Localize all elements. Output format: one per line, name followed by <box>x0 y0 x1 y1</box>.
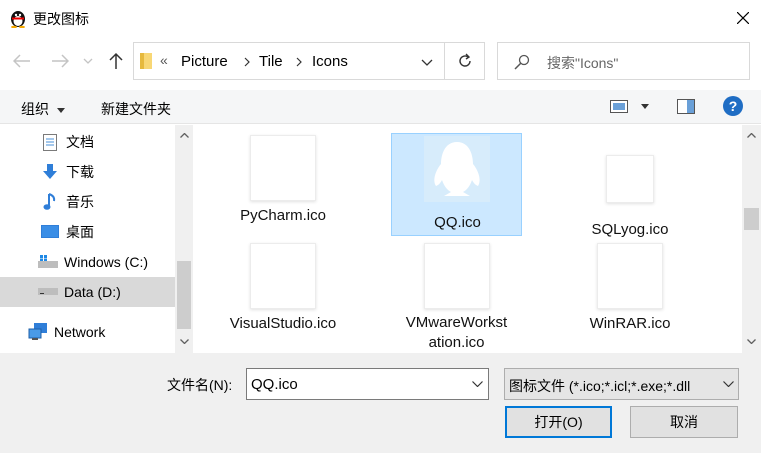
file-name: VMwareWorkst ation.ico <box>391 313 522 353</box>
sidebar-item-label: 桌面 <box>66 224 94 240</box>
bottom-panel: 文件名(N): QQ.ico 图标文件 (*.ico;*.icl;*.exe;*… <box>0 353 761 453</box>
filename-label: 文件名(N): <box>167 377 233 393</box>
sidebar-item-label: 下载 <box>66 164 94 180</box>
breadcrumb-icons[interactable]: Icons <box>312 53 348 70</box>
sidebar-item-network[interactable]: Network <box>0 317 175 347</box>
sidebar-item-drive-d[interactable]: Data (D:) <box>0 277 175 307</box>
content-scrollbar[interactable] <box>742 125 761 353</box>
scroll-down-icon[interactable] <box>180 339 189 344</box>
sidebar-item-label: Windows (C:) <box>64 254 149 270</box>
file-name-line: ation.ico <box>428 334 485 351</box>
search-icon <box>514 54 530 70</box>
sidebar-item-desktop[interactable]: 桌面 <box>0 217 175 247</box>
view-options-icon[interactable] <box>610 100 628 113</box>
qq-penguin-icon <box>424 136 490 202</box>
sidebar-item-label: 文档 <box>66 134 94 150</box>
qq-penguin-icon <box>9 8 27 29</box>
sidebar-item-drive-c[interactable]: Windows (C:) <box>0 247 175 277</box>
selected-file-item[interactable]: QQ.ico <box>391 133 522 236</box>
filetype-select[interactable]: 图标文件 (*.ico;*.icl;*.exe;*.dll <box>504 368 739 400</box>
toolbar: 组织 新建文件夹 ? <box>0 90 761 124</box>
search-placeholder: 搜索"Icons" <box>547 55 619 71</box>
preview-pane-icon[interactable] <box>677 99 695 114</box>
sidebar-item-downloads[interactable]: 下载 <box>0 157 175 187</box>
sidebar-item-label: Network <box>54 324 106 340</box>
title-bar: 更改图标 <box>0 0 761 36</box>
address-bar[interactable]: « Picture Tile Icons <box>133 42 485 80</box>
help-icon[interactable]: ? <box>723 96 743 116</box>
folder-icon <box>140 53 152 69</box>
cancel-button[interactable]: 取消 <box>630 406 738 438</box>
chevron-down-icon <box>723 381 734 387</box>
chevron-down-icon <box>83 58 93 64</box>
organize-label: 组织 <box>21 101 49 117</box>
file-thumbnail <box>250 135 316 201</box>
chevron-right-icon[interactable] <box>244 57 250 67</box>
navigation-pane: 文档 下载 音乐 桌面 Windows (C:) Data (D:) Netwo… <box>0 125 193 353</box>
breadcrumb-picture[interactable]: Picture <box>181 53 228 70</box>
recent-locations-button[interactable] <box>80 49 96 73</box>
new-folder-button[interactable]: 新建文件夹 <box>101 99 171 119</box>
arrow-right-icon <box>52 54 69 68</box>
divider <box>444 43 445 79</box>
chevron-down-icon[interactable] <box>421 59 433 66</box>
filetype-value: 图标文件 (*.ico;*.icl;*.exe;*.dll <box>509 378 691 394</box>
sidebar-item-label: Data (D:) <box>64 284 121 300</box>
arrow-up-icon <box>109 52 123 69</box>
download-icon <box>40 163 60 181</box>
file-item[interactable]: PyCharm.ico <box>218 135 348 226</box>
file-name: WinRAR.ico <box>589 315 671 332</box>
file-thumbnail <box>250 243 316 309</box>
scroll-up-icon[interactable] <box>180 133 189 138</box>
filename-value: QQ.ico <box>251 376 298 393</box>
drive-icon <box>38 283 58 301</box>
scroll-thumb[interactable] <box>177 261 191 329</box>
refresh-icon[interactable] <box>457 53 473 69</box>
chevron-right-icon[interactable] <box>296 57 302 67</box>
breadcrumb-tile[interactable]: Tile <box>259 53 283 70</box>
scroll-up-icon[interactable] <box>747 133 756 138</box>
network-icon <box>28 323 48 341</box>
file-list: PyCharm.ico QQ.ico SQLyog.ico VisualStud… <box>193 125 742 353</box>
arrow-left-icon <box>13 54 30 68</box>
filename-input[interactable]: QQ.ico <box>246 368 489 400</box>
organize-menu[interactable]: 组织 <box>21 99 65 119</box>
scroll-thumb[interactable] <box>744 208 759 230</box>
file-thumbnail <box>597 243 663 309</box>
caret-down-icon[interactable] <box>641 104 649 109</box>
file-item[interactable]: WinRAR.ico <box>565 243 695 334</box>
desktop-icon <box>40 223 60 241</box>
document-icon <box>40 133 60 151</box>
windows-drive-icon <box>38 253 58 271</box>
sidebar-item-label: 音乐 <box>66 194 94 210</box>
file-item[interactable]: SQLyog.ico <box>565 155 695 240</box>
scroll-down-icon[interactable] <box>747 339 756 344</box>
breadcrumb-overflow[interactable]: « <box>160 52 168 68</box>
back-button[interactable] <box>10 49 34 73</box>
sidebar-item-documents[interactable]: 文档 <box>0 127 175 157</box>
file-name: QQ.ico <box>434 214 481 231</box>
file-name: SQLyog.ico <box>591 221 669 238</box>
file-name-line: VMwareWorkst <box>405 314 508 331</box>
search-box[interactable]: 搜索"Icons" <box>497 42 750 80</box>
close-icon <box>736 12 749 24</box>
sidebar-scrollbar[interactable] <box>175 125 193 353</box>
file-name: VisualStudio.ico <box>229 315 337 332</box>
file-item[interactable]: VMwareWorkst ation.ico <box>391 243 522 353</box>
file-thumbnail <box>423 243 490 309</box>
forward-button[interactable] <box>48 49 72 73</box>
svg-text:?: ? <box>729 98 738 114</box>
open-button[interactable]: 打开(O) <box>505 406 612 438</box>
up-button[interactable] <box>104 49 128 73</box>
chevron-down-icon[interactable] <box>472 381 483 387</box>
window-title: 更改图标 <box>33 11 89 27</box>
caret-down-icon <box>56 107 65 113</box>
sidebar-item-music[interactable]: 音乐 <box>0 187 175 217</box>
file-thumbnail <box>606 155 654 203</box>
file-item[interactable]: VisualStudio.ico <box>218 243 348 334</box>
music-icon <box>40 193 60 211</box>
close-button[interactable] <box>724 0 761 36</box>
file-name: PyCharm.ico <box>240 207 326 224</box>
